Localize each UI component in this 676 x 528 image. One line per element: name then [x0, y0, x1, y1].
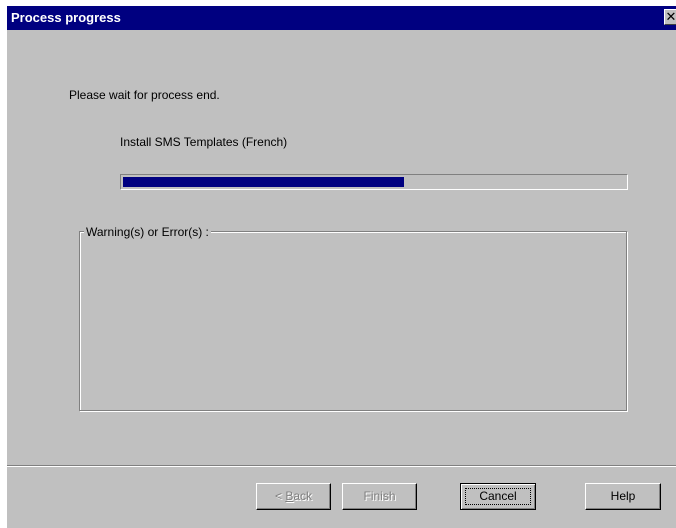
warnings-errors-label: Warning(s) or Error(s) : [84, 224, 211, 240]
button-separator [7, 465, 676, 467]
progress-bar-fill [123, 177, 404, 187]
back-button-rest: ack [293, 489, 313, 503]
window-title: Process progress [11, 10, 121, 25]
close-button[interactable]: ✕ [664, 9, 676, 25]
wait-message: Please wait for process end. [69, 88, 220, 102]
help-button[interactable]: Help [585, 483, 661, 510]
back-button-prefix: < [274, 489, 286, 503]
close-icon: ✕ [665, 9, 676, 24]
finish-button-label: Finish [363, 489, 396, 503]
cancel-button[interactable]: Cancel [460, 483, 536, 510]
warnings-errors-group: Warning(s) or Error(s) : [79, 224, 627, 411]
title-bar: Process progress ✕ [7, 6, 676, 30]
finish-button[interactable]: Finish [342, 483, 417, 510]
process-progress-dialog: Process progress ✕ Please wait for proce… [7, 6, 676, 528]
current-task-label: Install SMS Templates (French) [120, 135, 288, 149]
progress-bar [120, 174, 628, 190]
focus-rectangle [465, 488, 531, 505]
back-button[interactable]: < Back [256, 483, 331, 510]
help-button-label: Help [610, 489, 636, 503]
